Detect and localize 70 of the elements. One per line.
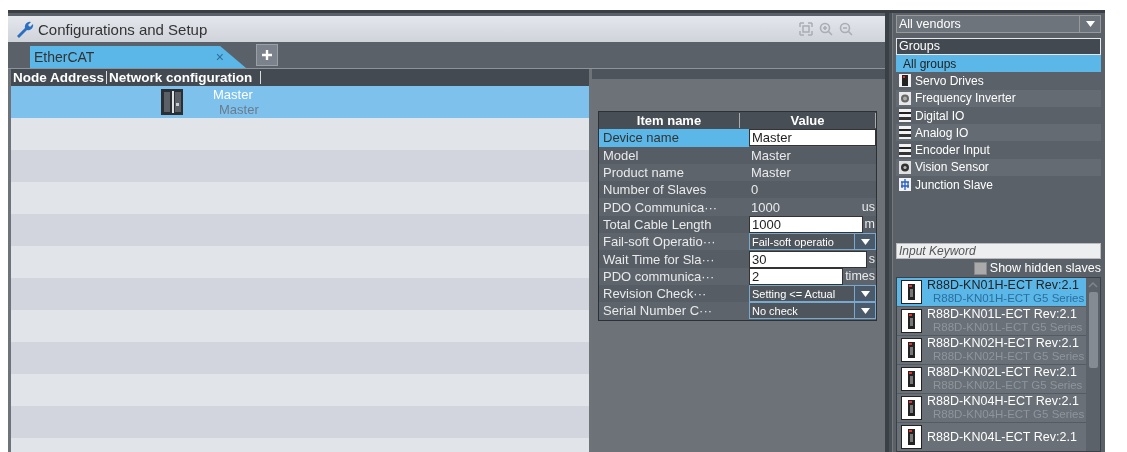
property-name[interactable]: Serial Number C··· — [599, 302, 749, 320]
camera-icon — [899, 160, 911, 174]
servo-drive-icon — [901, 367, 922, 392]
io-module-icon — [899, 109, 911, 123]
device-name: R88D-KN01H-ECT Rev:2.1 — [927, 279, 1080, 293]
column-header: Value — [740, 113, 876, 129]
unit-label: m — [863, 217, 876, 232]
io-module-icon — [899, 126, 911, 140]
device-name: R88D-KN02H-ECT Rev:2.1 — [927, 337, 1080, 351]
property-value: Master — [750, 147, 792, 163]
caret-icon — [860, 238, 870, 245]
device-name: R88D-KN04H-ECT Rev:2.1 — [927, 395, 1080, 409]
value-dropdown[interactable]: Setting <= Actual — [749, 285, 876, 303]
value-dropdown[interactable]: No check — [749, 302, 876, 320]
io-module-icon — [899, 143, 911, 157]
unit-label: us — [860, 200, 876, 215]
device-name: R88D-KN01L-ECT Rev:2.1 — [927, 308, 1078, 322]
caret-icon — [1085, 21, 1095, 27]
property-value: 1000 — [750, 199, 781, 215]
property-name[interactable]: Product name — [599, 163, 749, 182]
property-name[interactable]: Revision Check··· — [599, 284, 749, 303]
add-tab-button[interactable] — [256, 44, 278, 66]
window-title: Configurations and Setup — [38, 20, 209, 38]
device-name: R88D-KN04L-ECT Rev:2.1 — [927, 430, 1077, 444]
property-name[interactable]: Model — [599, 146, 749, 164]
device-name: Master — [213, 87, 254, 102]
fit-view-icon[interactable] — [799, 22, 813, 36]
column-header: Network configuration — [107, 71, 262, 84]
unit-label: times — [844, 269, 876, 284]
motor-icon — [899, 91, 911, 105]
property-name[interactable]: Fail-soft Operatio··· — [599, 233, 749, 251]
property-name[interactable]: Device name — [599, 129, 749, 147]
group-item[interactable]: Analog IO — [896, 124, 1101, 142]
property-value: Master — [750, 165, 792, 181]
value-dropdown[interactable]: Fail-soft operatio — [749, 233, 876, 251]
checkbox[interactable] — [973, 261, 987, 275]
property-name[interactable]: Total Cable Length — [599, 215, 749, 234]
keyword-field[interactable]: Input Keyword — [896, 243, 1101, 260]
group-item[interactable]: All groups — [896, 55, 1101, 73]
junction-icon — [899, 178, 911, 192]
device-name: R88D-KN02L-ECT Rev:2.1 — [927, 366, 1078, 380]
servo-drive-icon — [899, 74, 911, 88]
servo-drive-icon — [901, 280, 922, 305]
tab[interactable]: EtherCAT × — [30, 46, 246, 68]
property-name[interactable]: PDO Communica··· — [599, 198, 749, 216]
unit-label: s — [867, 252, 876, 266]
vendor-dropdown[interactable]: All vendors — [896, 15, 1101, 33]
column-header: Item name — [599, 113, 740, 129]
servo-drive-icon — [901, 425, 922, 450]
device-icon — [161, 89, 183, 115]
zoom-in-icon[interactable] — [819, 22, 833, 36]
device-description: R88D-KN01H-ECT G5 Series — [933, 292, 1085, 306]
property-name[interactable]: Number of Slaves — [599, 181, 749, 199]
device-model: Master — [219, 102, 259, 117]
servo-drive-icon — [901, 338, 922, 363]
servo-drive-icon — [901, 396, 922, 421]
scrollbar[interactable] — [1086, 278, 1100, 451]
column-header: Node Address — [11, 71, 108, 84]
value-field[interactable]: 30 — [749, 250, 867, 268]
servo-drive-icon — [901, 309, 922, 334]
property-name[interactable]: PDO communica··· — [599, 267, 749, 285]
checkbox-label: Show hidden slaves — [989, 261, 1101, 276]
value-field[interactable]: Master — [749, 129, 876, 147]
zoom-out-icon[interactable] — [839, 22, 853, 36]
plus-icon — [261, 49, 273, 61]
groups-header: Groups — [896, 38, 1101, 55]
device-item[interactable]: R88D-KN01H-ECT Rev:2.1 R88D-KN01H-ECT G5 Series — [897, 278, 1086, 308]
property-name[interactable]: Wait Time for Sla··· — [599, 250, 749, 268]
property-value: 0 — [750, 182, 760, 198]
scroll-up-icon[interactable] — [1088, 282, 1098, 289]
